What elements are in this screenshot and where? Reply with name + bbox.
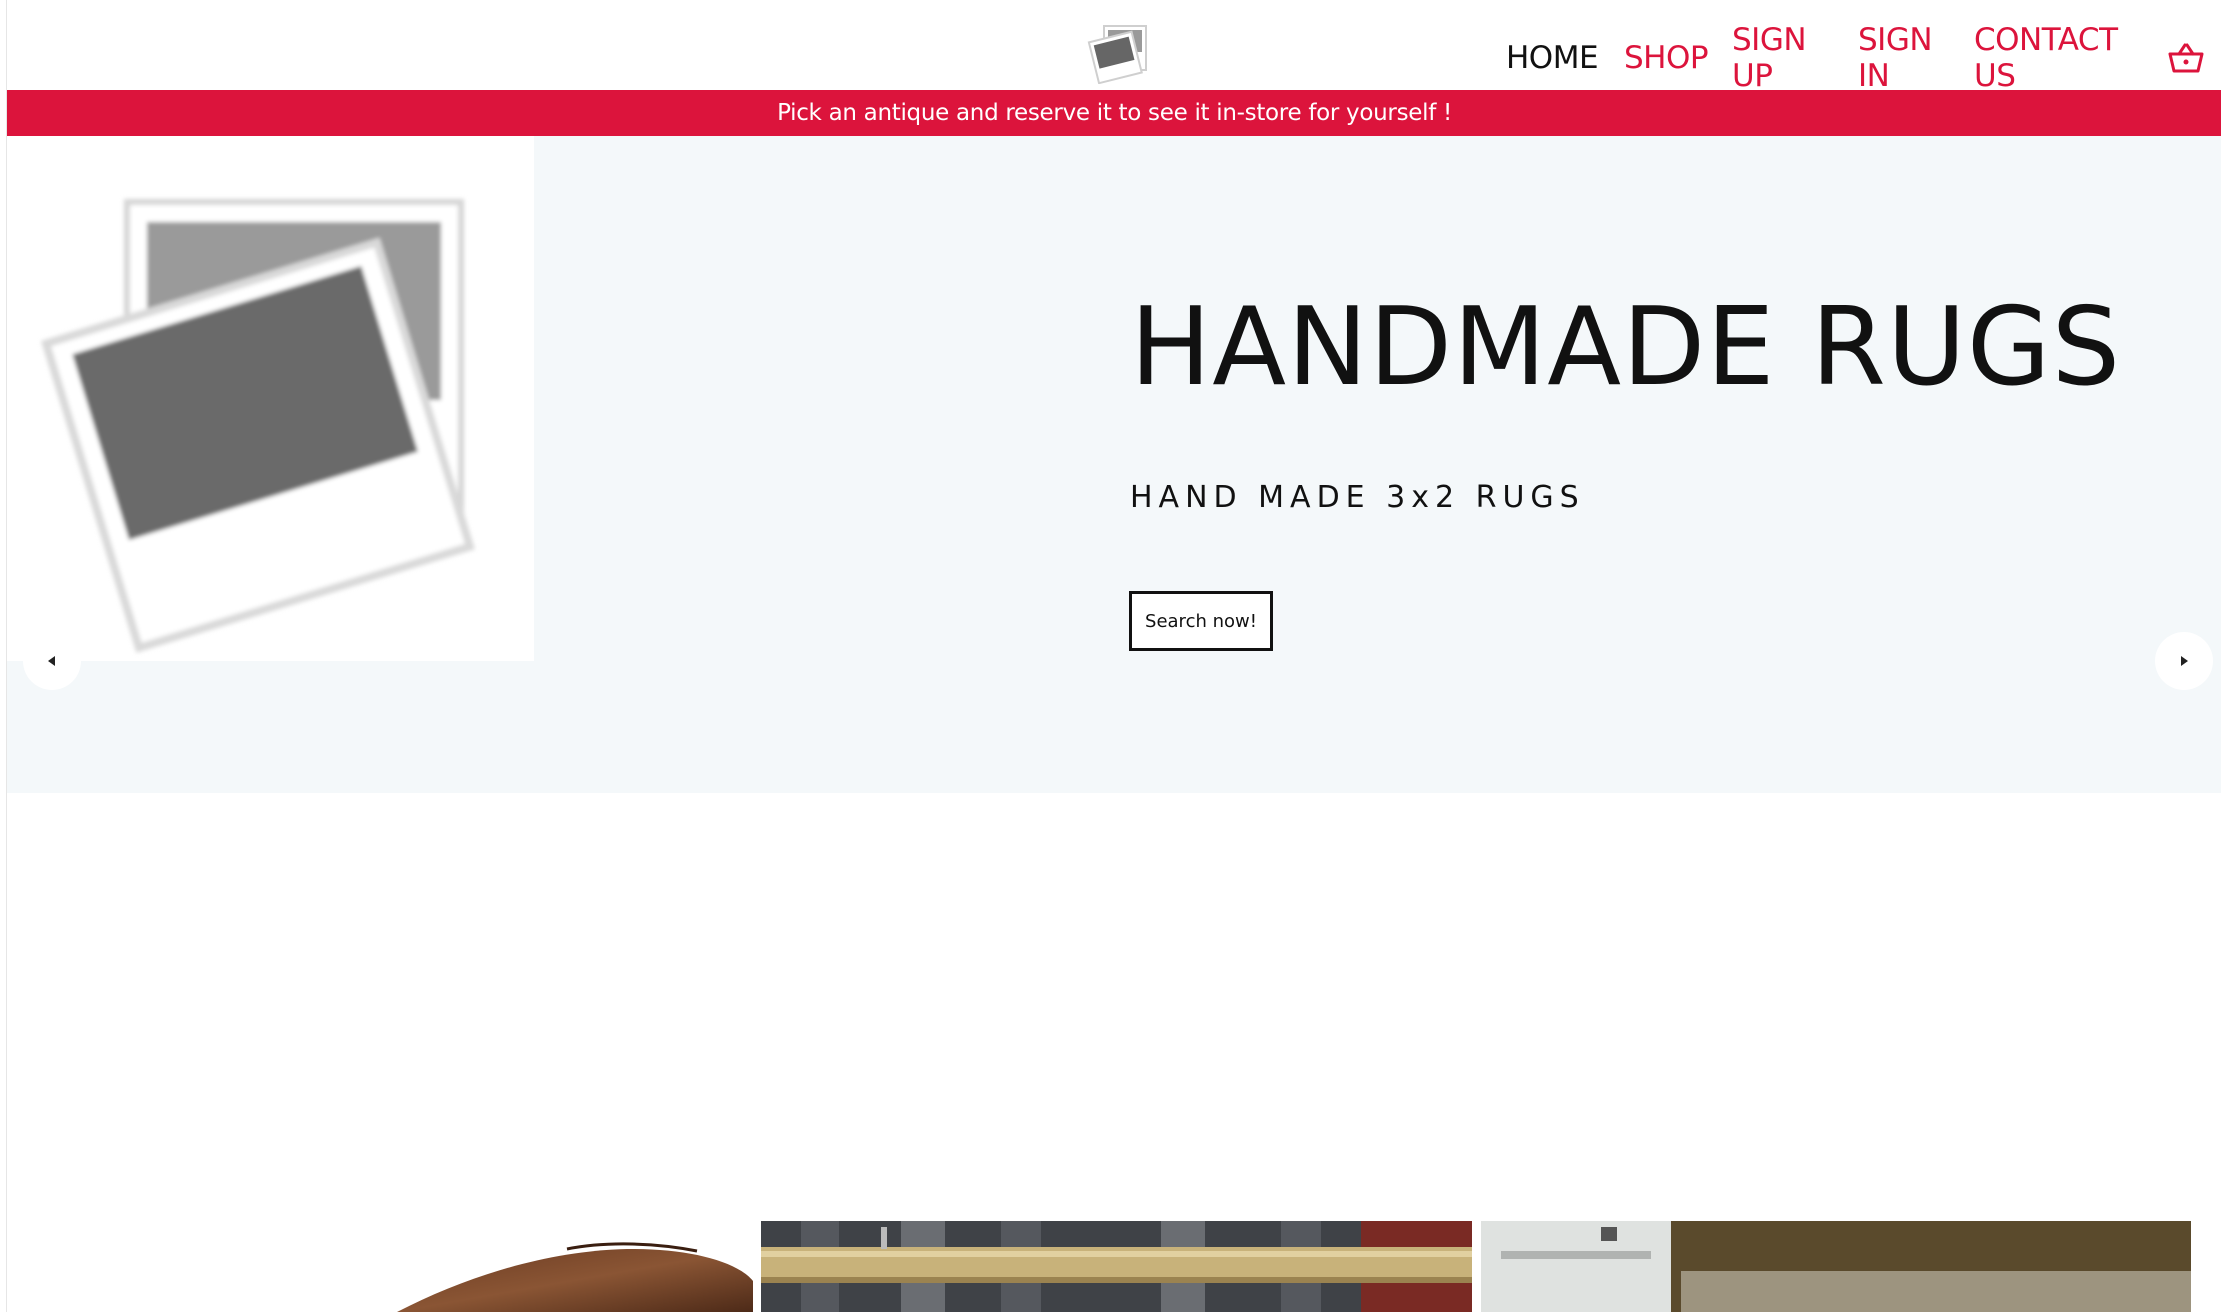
hero-image [7, 136, 534, 661]
hero-title: HANDMADE RUGS [1130, 285, 2122, 410]
caret-left-icon [48, 656, 55, 666]
photo-placeholder-icon [1087, 25, 1147, 85]
product-grid [7, 1221, 2221, 1312]
slider-next-button[interactable] [2155, 632, 2213, 690]
photo-placeholder-icon [41, 199, 475, 653]
nav-contact-us[interactable]: CONTACT US [1974, 22, 2134, 94]
nav-sign-in[interactable]: SIGN IN [1858, 22, 1948, 94]
display-case-photo [1481, 1221, 2191, 1312]
wooden-furniture-photo [397, 1242, 753, 1312]
nav-shop[interactable]: SHOP [1624, 40, 1709, 76]
nav-home[interactable]: HOME [1506, 40, 1599, 76]
nav-sign-up[interactable]: SIGN UP [1732, 22, 1822, 94]
site-header: HOME SHOP SIGN UP SIGN IN CONTACT US [7, 0, 2221, 94]
slider-prev-button[interactable] [23, 632, 81, 690]
product-card[interactable] [7, 1221, 753, 1312]
page-frame: HOME SHOP SIGN UP SIGN IN CONTACT US Pic… [6, 0, 2221, 1312]
basket-icon [2168, 43, 2204, 73]
search-now-button[interactable]: Search now! [1129, 591, 1273, 651]
product-card[interactable] [761, 1221, 1472, 1312]
caret-right-icon [2181, 656, 2188, 666]
promo-banner: Pick an antique and reserve it to see it… [7, 90, 2221, 136]
wooden-rod-photo [761, 1221, 1472, 1312]
site-logo[interactable] [1087, 22, 1153, 85]
cart-button[interactable] [2168, 42, 2204, 74]
product-card[interactable] [1481, 1221, 2191, 1312]
hero-slider: HANDMADE RUGS HAND MADE 3x2 RUGS Search … [7, 136, 2221, 793]
hero-subtitle: HAND MADE 3x2 RUGS [1130, 480, 1585, 515]
